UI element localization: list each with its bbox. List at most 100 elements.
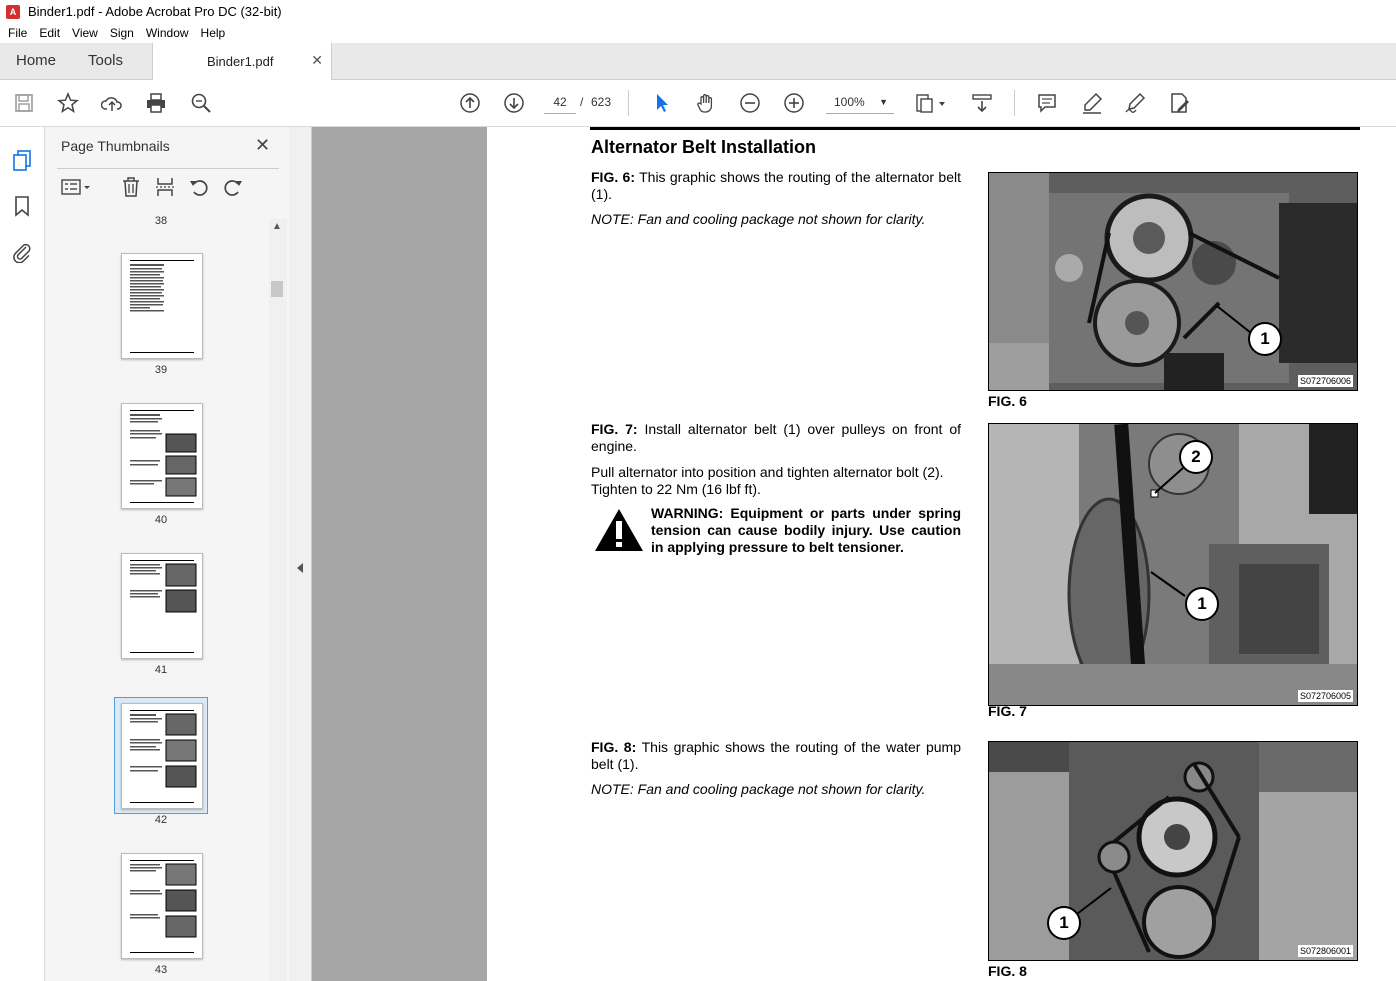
- fig8-text: This graphic shows the routing of the wa…: [591, 739, 962, 772]
- fig6-note: NOTE: Fan and cooling package not shown …: [591, 211, 926, 227]
- toolbar-divider: [628, 90, 629, 116]
- collapse-arrow-icon[interactable]: [297, 563, 303, 573]
- document-gutter: [312, 127, 487, 981]
- comment-icon[interactable]: [1035, 91, 1059, 115]
- thumbnail-page-42[interactable]: [121, 703, 203, 809]
- fig8-ref: FIG. 8:: [591, 739, 637, 755]
- document-page: Alternator Belt Installation FIG. 6: Thi…: [487, 127, 1396, 981]
- panel-divider: [57, 168, 279, 169]
- page-separator: /: [580, 95, 584, 109]
- upload-cloud-icon[interactable]: [100, 91, 124, 115]
- fig7-label: FIG. 7: [988, 703, 1027, 719]
- tab-home[interactable]: Home: [16, 43, 56, 79]
- delete-page-icon[interactable]: [119, 175, 143, 199]
- fig7-callout-1: 1: [1185, 587, 1219, 621]
- thumbnail-label-42: 42: [154, 814, 168, 826]
- fig8-image: 1 S072806001: [988, 741, 1358, 961]
- thumbnail-label-40: 40: [154, 514, 168, 526]
- page-display-icon[interactable]: [914, 91, 948, 115]
- close-tab-icon[interactable]: ✕: [311, 52, 323, 69]
- scrollbar-thumb[interactable]: [271, 281, 283, 297]
- title-bar: A Binder1.pdf - Adobe Acrobat Pro DC (32…: [0, 0, 1396, 23]
- bookmarks-icon[interactable]: [11, 195, 33, 217]
- panel-title: Page Thumbnails: [61, 138, 170, 154]
- fig6-code: S072706006: [1297, 375, 1353, 387]
- rotate-counterclockwise-icon[interactable]: [187, 175, 211, 199]
- print-icon[interactable]: [144, 91, 168, 115]
- fig7-text: Install alternator belt (1) over pulleys…: [591, 421, 962, 454]
- thumbnail-options-icon[interactable]: [59, 175, 95, 199]
- fig7-ref: FIG. 7:: [591, 421, 638, 437]
- left-navigation-rail: [0, 127, 45, 981]
- menu-view[interactable]: View: [66, 26, 104, 40]
- thumbnail-label-38: 38: [154, 215, 168, 225]
- close-panel-icon[interactable]: ✕: [255, 135, 270, 156]
- thumbnail-page-41[interactable]: [121, 553, 203, 659]
- page-thumbnails-panel: Page Thumbnails ✕ ▲ 38 39 40 41 42 43: [45, 127, 290, 981]
- chevron-down-icon: ▼: [879, 97, 888, 107]
- scroll-mode-icon[interactable]: [970, 91, 994, 115]
- zoom-level-value: 100%: [834, 95, 865, 109]
- fig7-code: S072706005: [1297, 690, 1353, 702]
- zoom-in-icon[interactable]: [782, 91, 806, 115]
- menu-sign[interactable]: Sign: [104, 26, 140, 40]
- warning-text: WARNING: Equipment or parts under spring…: [651, 505, 961, 555]
- extract-pages-icon[interactable]: [153, 175, 177, 199]
- menu-help[interactable]: Help: [195, 26, 232, 40]
- zoom-level-select[interactable]: 100% ▼: [826, 91, 894, 114]
- tab-document[interactable]: Binder1.pdf ✕: [152, 43, 332, 80]
- previous-page-icon[interactable]: [458, 91, 482, 115]
- thumbnail-page-39[interactable]: [121, 253, 203, 359]
- toolbar-divider: [1014, 90, 1015, 116]
- fig8-note: NOTE: Fan and cooling package not shown …: [591, 781, 926, 797]
- thumbnail-label-39: 39: [154, 364, 168, 376]
- select-cursor-icon[interactable]: [650, 91, 674, 115]
- total-pages: 623: [591, 95, 612, 109]
- fig6-image: 1 S072706006: [988, 172, 1358, 391]
- thumbnail-scrollbar[interactable]: ▲: [269, 219, 287, 981]
- sign-pen-icon[interactable]: [1123, 91, 1147, 115]
- main-toolbar: 42 / 623 100% ▼: [0, 80, 1396, 127]
- tab-bar: Home Tools Binder1.pdf ✕: [0, 43, 1396, 80]
- menu-file[interactable]: File: [0, 26, 33, 40]
- edit-pdf-icon[interactable]: [1167, 91, 1191, 115]
- tab-tools[interactable]: Tools: [88, 43, 123, 79]
- fig7-callout-2: 2: [1179, 440, 1213, 474]
- scroll-up-arrow-icon[interactable]: ▲: [272, 221, 282, 232]
- thumbnail-label-41: 41: [154, 664, 168, 676]
- fig7-description: FIG. 7: Install alternator belt (1) over…: [591, 421, 961, 455]
- panel-collapse-handle[interactable]: [289, 127, 312, 981]
- warning-triangle-icon: [593, 507, 645, 553]
- thumbnail-page-40[interactable]: [121, 403, 203, 509]
- fig8-description: FIG. 8: This graphic shows the routing o…: [591, 739, 961, 773]
- save-icon[interactable]: [12, 91, 36, 115]
- fig8-label: FIG. 8: [988, 963, 1027, 979]
- current-page-input[interactable]: 42: [544, 91, 576, 114]
- window-title: Binder1.pdf - Adobe Acrobat Pro DC (32-b…: [28, 4, 282, 19]
- acrobat-app-icon: A: [6, 4, 20, 19]
- menu-bar: File Edit View Sign Window Help: [0, 23, 1396, 43]
- fig6-text: This graphic shows the routing of the al…: [591, 169, 961, 202]
- next-page-icon[interactable]: [502, 91, 526, 115]
- fig8-code: S072806001: [1297, 945, 1353, 957]
- attachments-paperclip-icon[interactable]: [11, 241, 33, 264]
- tab-document-label: Binder1.pdf: [207, 54, 274, 69]
- fig6-ref: FIG. 6:: [591, 169, 636, 185]
- section-title: Alternator Belt Installation: [591, 137, 817, 157]
- fig8-callout-1: 1: [1047, 906, 1081, 940]
- menu-edit[interactable]: Edit: [33, 26, 66, 40]
- header-rule: [590, 127, 1360, 130]
- page-thumbnails-icon[interactable]: [11, 149, 33, 171]
- zoom-out-icon[interactable]: [738, 91, 762, 115]
- menu-window[interactable]: Window: [140, 26, 195, 40]
- bookmark-star-icon[interactable]: [56, 91, 80, 115]
- fig6-description: FIG. 6: This graphic shows the routing o…: [591, 169, 961, 203]
- thumbnail-label-43: 43: [154, 964, 168, 976]
- fig7-image: 2 1 S072706005: [988, 423, 1358, 706]
- fig7-instruction: Pull alternator into position and tighte…: [591, 464, 944, 497]
- thumbnail-page-43[interactable]: [121, 853, 203, 959]
- highlight-pen-icon[interactable]: [1080, 91, 1104, 115]
- rotate-clockwise-icon[interactable]: [221, 175, 245, 199]
- zoom-search-icon[interactable]: [189, 91, 213, 115]
- hand-tool-icon[interactable]: [694, 91, 718, 115]
